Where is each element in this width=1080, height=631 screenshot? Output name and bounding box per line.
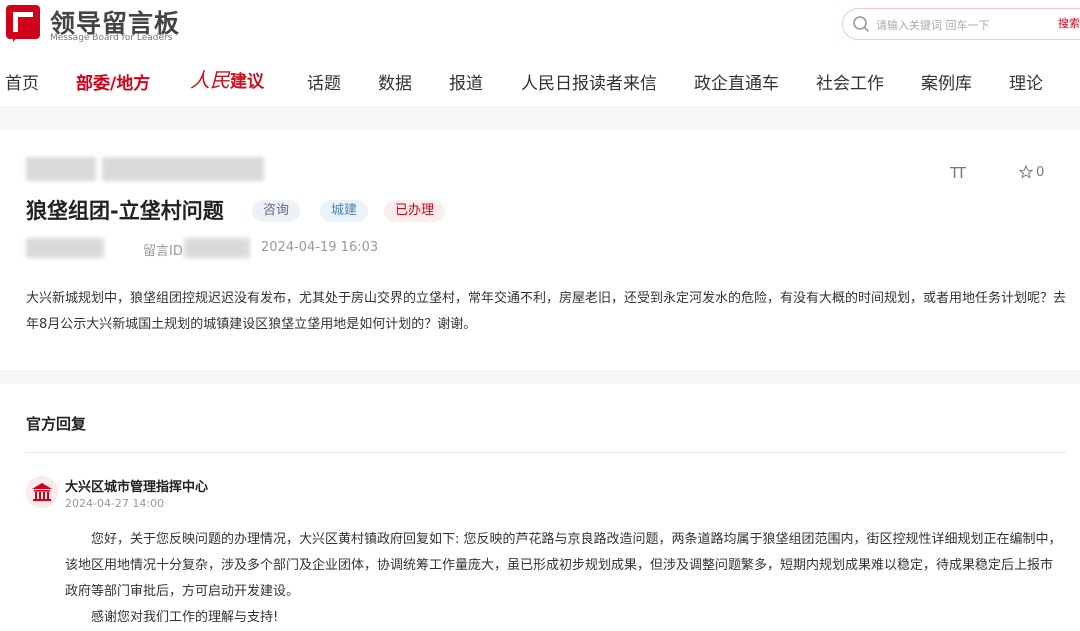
nav-item-reports[interactable]: 报道 (449, 69, 483, 94)
reply-paragraph: 感谢您对我们工作的理解与支持! (91, 610, 279, 625)
nav-item-social-work[interactable]: 社会工作 (816, 69, 884, 94)
favorite-count: 0 (1036, 165, 1045, 180)
status-badge: 已办理 (384, 200, 446, 222)
nav-item-data[interactable]: 数据 (378, 69, 412, 94)
nav-item-enterprise[interactable]: 政企直通车 (694, 69, 779, 94)
message-id-redacted (184, 238, 250, 258)
reply-time: 2024-04-27 14:00 (65, 497, 165, 510)
section-divider (0, 106, 1080, 130)
nav-item-cases[interactable]: 案例库 (921, 69, 972, 94)
search-button[interactable]: 搜索 (1058, 15, 1080, 31)
avatar (26, 476, 58, 508)
nav-item-home[interactable]: 首页 (5, 69, 39, 94)
nav-item-suggestions-suffix: 建议 (230, 72, 264, 92)
section-divider (0, 370, 1080, 384)
reply-paragraph: 您好，关于您反映问题的办理情况，大兴区黄村镇政府回复如下: 您反映的芦花路与京良… (65, 532, 1062, 599)
message-id-label: 留言ID (143, 244, 183, 259)
message-body: 大兴新城规划中，狼垡组团控规迟迟没有发布，尤其处于房山交界的立垡村，常年交通不利… (26, 291, 1067, 332)
reply-body: 您好，关于您反映问题的办理情况，大兴区黄村镇政府回复如下: 您反映的芦花路与京良… (65, 527, 1065, 631)
nav-item-topics[interactable]: 话题 (307, 69, 341, 94)
nav-item-reader-letters[interactable]: 人民日报读者来信 (521, 69, 657, 94)
star-icon[interactable] (1019, 165, 1033, 179)
reply-heading: 官方回复 (26, 415, 87, 433)
reply-org-name: 大兴区城市管理指挥中心 (65, 480, 209, 495)
page-title: 狼垡组团-立垡村问题 (26, 199, 224, 223)
tag-area: 城建 (320, 200, 369, 222)
breadcrumb-redacted (26, 157, 96, 181)
search-input[interactable] (874, 13, 1048, 37)
government-building-icon (32, 483, 52, 501)
nav-item-ministries[interactable]: 部委/地方 (76, 69, 150, 94)
site-subtitle: Message Board for Leaders (50, 33, 173, 43)
logo-icon[interactable] (4, 2, 44, 44)
tag-type: 咨询 (252, 200, 301, 222)
nav-item-theory[interactable]: 理论 (1009, 69, 1043, 94)
message-date: 2024-04-19 16:03 (261, 240, 379, 255)
nav-item-suggestions-prefix: 人民 (190, 68, 230, 92)
author-redacted (26, 238, 104, 258)
search-icon (853, 16, 870, 33)
breadcrumb-redacted (102, 157, 264, 181)
nav-item-suggestions[interactable]: 人民建议 (190, 64, 264, 93)
divider (26, 452, 1066, 453)
font-size-icon[interactable]: TT (950, 164, 966, 182)
